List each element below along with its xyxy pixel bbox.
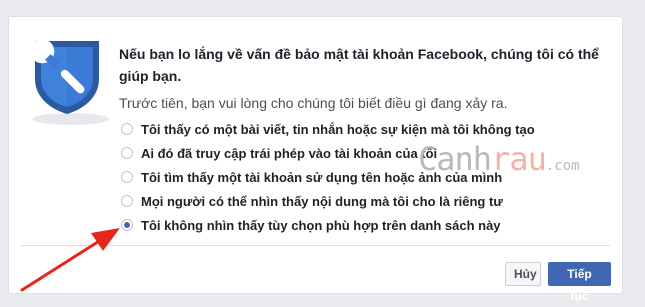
radio-button[interactable] bbox=[121, 123, 133, 135]
radio-button[interactable] bbox=[121, 171, 133, 183]
radio-button-selected[interactable] bbox=[121, 219, 133, 231]
option-unknown-post[interactable]: Tôi thấy có một bài viết, tin nhắn hoặc … bbox=[121, 117, 535, 141]
option-label: Ai đó đã truy cập trái phép vào tài khoả… bbox=[141, 145, 438, 161]
radio-button[interactable] bbox=[121, 195, 133, 207]
option-label: Mọi người có thể nhìn thấy nội dung mà t… bbox=[141, 193, 503, 209]
option-label: Tôi tìm thấy một tài khoản sử dụng tên h… bbox=[141, 169, 503, 185]
shield-wrench-icon bbox=[32, 39, 99, 114]
security-dialog: Nếu bạn lo lắng về vấn đề bảo mật tài kh… bbox=[8, 16, 623, 303]
continue-button[interactable]: Tiếp tục bbox=[548, 262, 611, 303]
option-private-content[interactable]: Mọi người có thể nhìn thấy nội dung mà t… bbox=[121, 189, 535, 213]
radio-button[interactable] bbox=[121, 147, 133, 159]
dialog-title: Nếu bạn lo lắng về vấn đề bảo mật tài kh… bbox=[119, 46, 599, 84]
options-list: Tôi thấy có một bài viết, tin nhắn hoặc … bbox=[121, 117, 535, 237]
footer-divider bbox=[21, 245, 610, 246]
option-label: Tôi không nhìn thấy tùy chọn phù hợp trê… bbox=[141, 217, 501, 233]
option-impersonation[interactable]: Tôi tìm thấy một tài khoản sử dụng tên h… bbox=[121, 165, 535, 189]
option-none-match[interactable]: Tôi không nhìn thấy tùy chọn phù hợp trê… bbox=[121, 213, 535, 237]
option-label: Tôi thấy có một bài viết, tin nhắn hoặc … bbox=[141, 121, 535, 137]
dialog-subtitle: Trước tiên, bạn vui lòng cho chúng tôi b… bbox=[119, 95, 508, 111]
cancel-button[interactable]: Hủy bbox=[505, 262, 541, 286]
option-unauthorized-access[interactable]: Ai đó đã truy cập trái phép vào tài khoả… bbox=[121, 141, 535, 165]
